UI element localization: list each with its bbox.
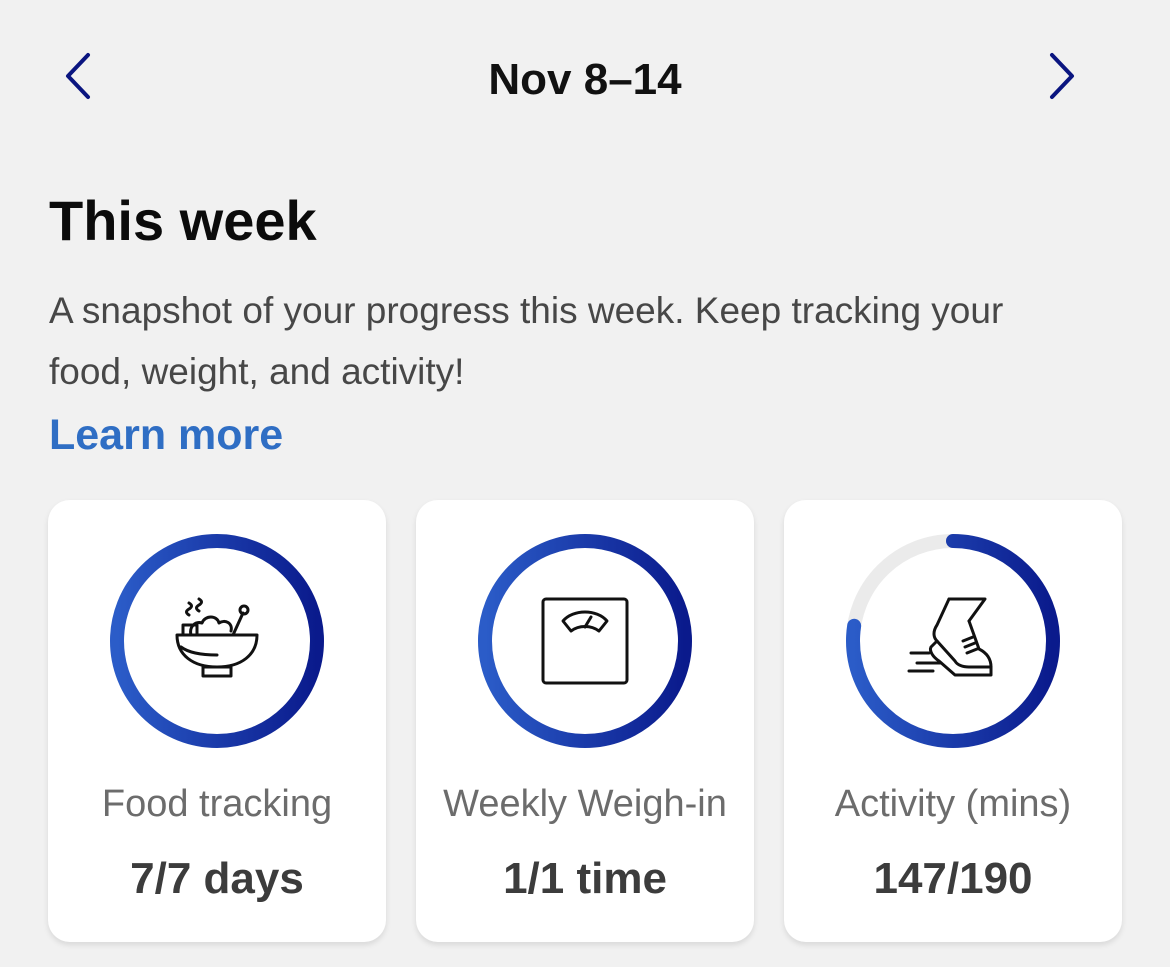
card-label: Weekly Weigh-in	[443, 783, 727, 825]
card-value: 147/190	[873, 854, 1033, 903]
card-label: Activity (mins)	[834, 783, 1072, 825]
page-description: A snapshot of your progress this week. K…	[49, 290, 1004, 392]
week-navigation: Nov 8–14	[0, 0, 1170, 160]
food-bowl-icon	[175, 597, 259, 678]
scale-icon	[541, 597, 629, 685]
food-tracking-card[interactable]: Food tracking 7/7 days	[48, 500, 386, 942]
chevron-right-icon	[1050, 53, 1074, 99]
week-range-label: Nov 8–14	[488, 55, 682, 104]
activity-card[interactable]: Activity (mins) 147/190	[784, 500, 1122, 942]
sneaker-icon	[907, 597, 993, 677]
card-value: 1/1 time	[503, 854, 667, 903]
card-label: Food tracking	[101, 783, 333, 825]
learn-more-link[interactable]: Learn more	[49, 411, 283, 460]
next-week-button[interactable]	[1032, 46, 1092, 106]
card-value: 7/7 days	[130, 854, 304, 903]
page-title: This week	[49, 189, 317, 252]
weekly-weigh-in-card[interactable]: Weekly Weigh-in 1/1 time	[416, 500, 754, 942]
